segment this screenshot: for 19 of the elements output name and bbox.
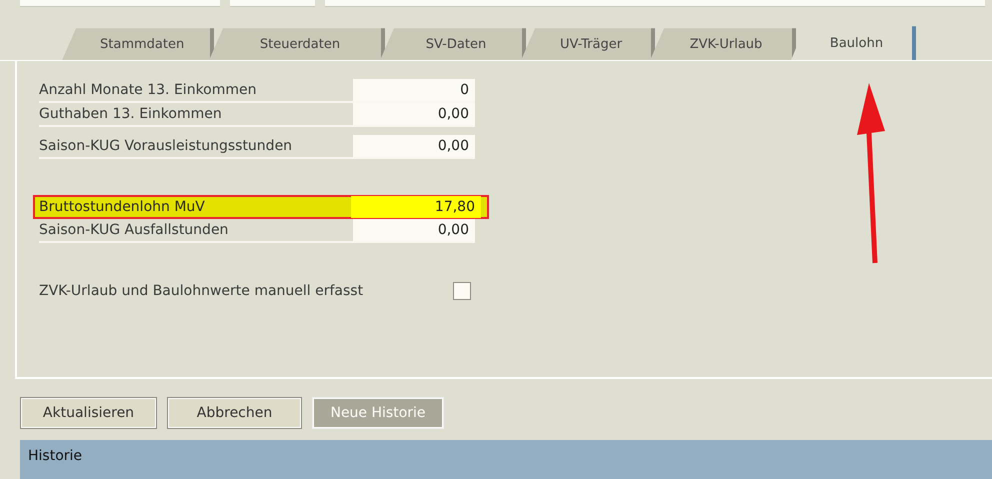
tab[interactable]: ZVK-Urlaub	[650, 28, 796, 60]
input-field[interactable]: 0	[353, 79, 475, 102]
field-label: Saison-KUG Vorausleistungsstunden	[39, 138, 294, 154]
button[interactable]: Aktualisieren	[20, 396, 157, 429]
checkbox[interactable]	[453, 282, 471, 300]
tab[interactable]: Stammdaten	[62, 28, 214, 60]
tab[interactable]: Baulohn	[791, 26, 916, 60]
field-label: Saison-KUG Ausfallstunden	[39, 222, 230, 238]
checkbox-label: ZVK-Urlaub und Baulohnwerte manuell erfasst	[39, 283, 364, 300]
tab[interactable]: Steuerdaten	[209, 28, 385, 60]
field-label: Guthaben 13. Einkommen	[39, 106, 223, 122]
field-label: Anzahl Monate 13. Einkommen	[39, 82, 258, 98]
button[interactable]: Abbrechen	[167, 396, 302, 429]
input-field[interactable]: 0,00	[353, 103, 475, 126]
tab[interactable]: UV-Träger	[521, 28, 655, 60]
input-field[interactable]: 0,00	[353, 219, 475, 242]
tab[interactable]: SV-Daten	[380, 28, 526, 60]
section-header: Historie	[20, 440, 992, 479]
input-field[interactable]: 0,00	[353, 135, 475, 158]
